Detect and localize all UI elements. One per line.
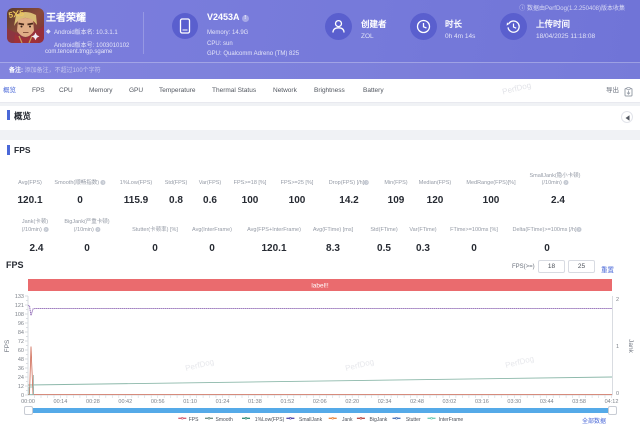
svg-text:Jank: Jank [627, 339, 634, 353]
svg-text:108: 108 [15, 312, 24, 318]
svg-text:01:24: 01:24 [216, 399, 230, 405]
svg-text:00:00: 00:00 [21, 399, 35, 405]
svg-text:00:14: 00:14 [54, 399, 68, 405]
svg-text:00:42: 00:42 [118, 399, 132, 405]
svg-text:01:10: 01:10 [183, 399, 197, 405]
svg-text:PerfDog: PerfDog [184, 357, 215, 373]
svg-text:PerfDog: PerfDog [504, 354, 535, 370]
svg-text:96: 96 [18, 321, 24, 327]
svg-text:PerfDog: PerfDog [344, 357, 375, 373]
svg-text:04:12: 04:12 [605, 399, 619, 405]
svg-text:36: 36 [18, 366, 24, 372]
svg-text:02:20: 02:20 [345, 399, 359, 405]
svg-text:02:34: 02:34 [378, 399, 392, 405]
svg-text:2: 2 [616, 297, 619, 303]
svg-text:00:56: 00:56 [151, 399, 165, 405]
svg-text:72: 72 [18, 339, 24, 345]
svg-text:0: 0 [616, 391, 619, 397]
svg-text:121: 121 [15, 303, 24, 309]
svg-text:1: 1 [616, 344, 619, 350]
svg-text:03:02: 03:02 [443, 399, 457, 405]
svg-text:03:58: 03:58 [572, 399, 586, 405]
svg-text:24: 24 [18, 375, 24, 381]
svg-text:03:16: 03:16 [475, 399, 489, 405]
svg-text:FPS: FPS [4, 339, 11, 352]
svg-text:12: 12 [18, 384, 24, 390]
svg-text:03:30: 03:30 [507, 399, 521, 405]
svg-text:label!!: label!! [311, 283, 329, 290]
svg-text:01:52: 01:52 [281, 399, 295, 405]
svg-text:133: 133 [15, 294, 24, 300]
svg-text:01:38: 01:38 [248, 399, 262, 405]
svg-text:02:06: 02:06 [313, 399, 327, 405]
svg-text:00:28: 00:28 [86, 399, 100, 405]
svg-text:60: 60 [18, 348, 24, 354]
svg-text:03:44: 03:44 [540, 399, 554, 405]
svg-text:48: 48 [18, 357, 24, 363]
svg-text:84: 84 [18, 330, 24, 336]
svg-text:02:48: 02:48 [410, 399, 424, 405]
